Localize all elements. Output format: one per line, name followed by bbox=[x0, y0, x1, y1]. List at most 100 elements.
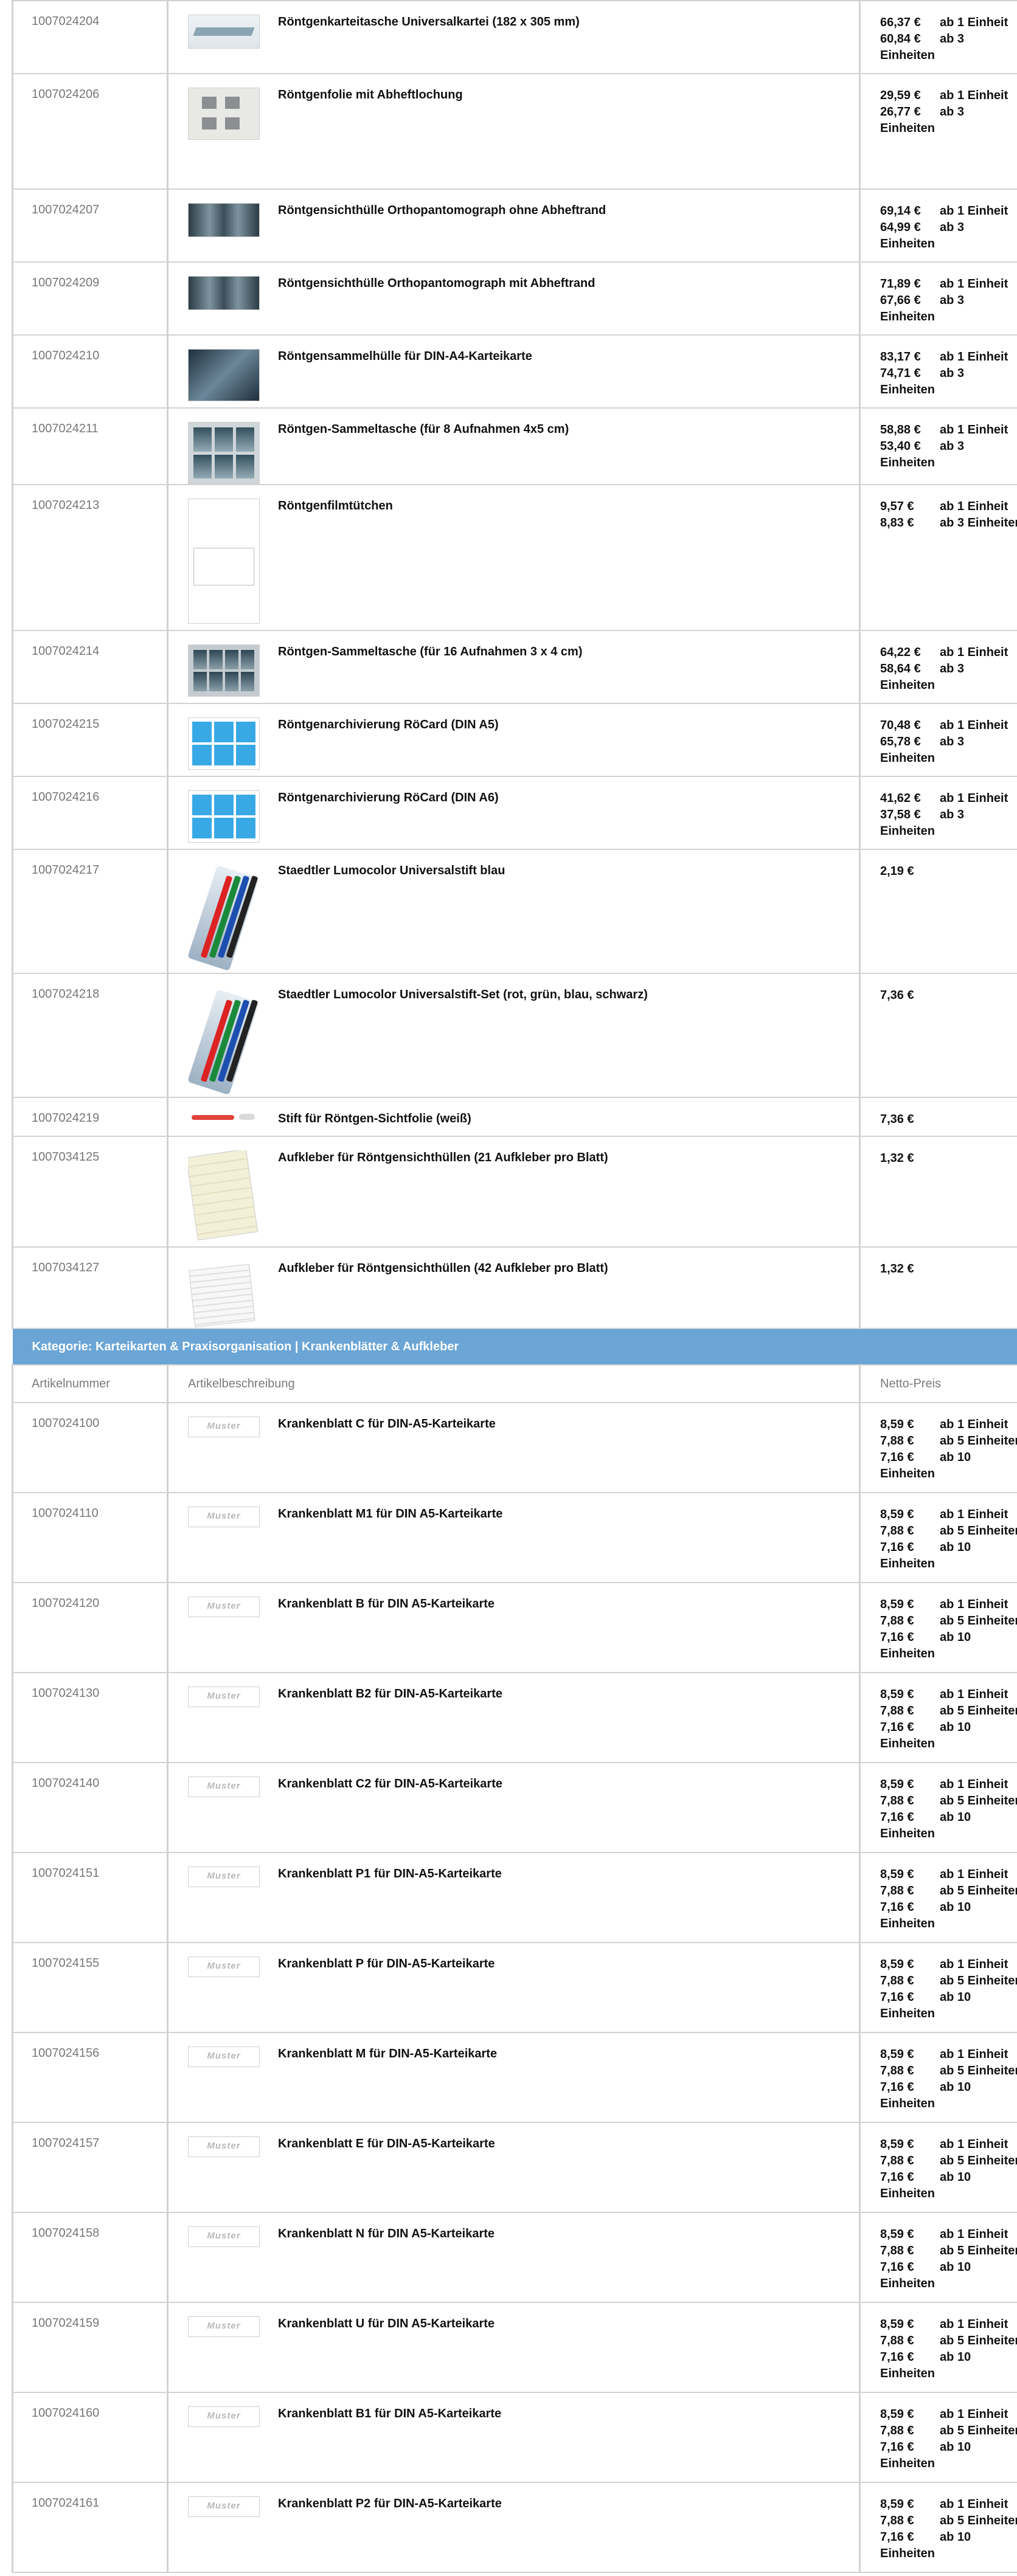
product-image[interactable]: Muster bbox=[188, 2226, 260, 2247]
product-name-link[interactable]: Stift für Röntgen-Sichtfolie (weiß) bbox=[278, 1111, 471, 1126]
price-value: 7,16 € bbox=[880, 1451, 914, 1464]
price-quantity-label: ab 1 Einheit bbox=[940, 204, 1008, 218]
product-name-link[interactable]: Röntgensichthülle Orthopantomograph mit … bbox=[278, 276, 595, 291]
product-image[interactable]: Muster bbox=[188, 2136, 260, 2157]
product-row: 1007024213 Röntgenfilmtütchen 9,57 € ab 1 E… bbox=[12, 484, 1017, 631]
product-image[interactable]: Muster bbox=[188, 2496, 260, 2517]
header-article-description: Artikelbeschreibung bbox=[167, 1364, 861, 1403]
product-image[interactable] bbox=[188, 88, 260, 140]
article-description: Staedtler Lumocolor Universalstift blau bbox=[188, 863, 859, 973]
product-name-link[interactable]: Krankenblatt P2 für DIN-A5-Karteikarte bbox=[278, 2496, 502, 2511]
price-value: 8,59 € bbox=[880, 2228, 914, 2241]
product-image[interactable] bbox=[188, 15, 260, 49]
price-quantity-label: ab 3 bbox=[940, 440, 965, 453]
product-image[interactable] bbox=[188, 1261, 260, 1328]
product-image[interactable] bbox=[188, 644, 260, 697]
product-name-link[interactable]: Röntgensichthülle Orthopantomograph ohne… bbox=[278, 203, 606, 218]
price-cell: 7,36 € bbox=[859, 1097, 1017, 1137]
price-quantity-label: ab 1 Einheit bbox=[940, 2318, 1008, 2331]
price-value: 65,78 € bbox=[880, 735, 921, 748]
product-image[interactable]: Muster bbox=[188, 2406, 260, 2427]
product-image[interactable] bbox=[188, 790, 260, 843]
product-name-link[interactable]: Krankenblatt C2 für DIN-A5-Karteikarte bbox=[278, 1777, 502, 1791]
product-image[interactable]: Muster bbox=[188, 2046, 260, 2067]
product-name-link[interactable]: Krankenblatt M für DIN-A5-Karteikarte bbox=[278, 2046, 497, 2061]
price-quantity-label: Einheiten bbox=[880, 2547, 935, 2560]
price-tier: 7,16 € ab 10 bbox=[880, 1809, 1017, 1826]
product-image[interactable]: Muster bbox=[188, 1417, 260, 1437]
product-image[interactable] bbox=[188, 349, 260, 401]
product-name-link[interactable]: Röntgen-Sammeltasche (für 8 Aufnahmen 4x… bbox=[278, 422, 569, 437]
product-row: 1007024217 Staedtler Lumocolor Universals… bbox=[12, 849, 1017, 974]
product-name-link[interactable]: Krankenblatt N für DIN A5-Karteikarte bbox=[278, 2226, 495, 2241]
product-image[interactable] bbox=[188, 1111, 260, 1124]
product-name-link[interactable]: Krankenblatt P für DIN-A5-Karteikarte bbox=[278, 1956, 495, 1971]
product-image[interactable] bbox=[188, 863, 260, 973]
price-tier: Einheiten bbox=[880, 1556, 1017, 1572]
product-name-link[interactable]: Krankenblatt B2 für DIN-A5-Karteikarte bbox=[278, 1687, 502, 1701]
price-tier: 2,19 € bbox=[880, 863, 1017, 880]
product-name-link[interactable]: Röntgenfilmtütchen bbox=[278, 499, 393, 513]
product-table: 1007024204 Röntgenkarteitasche Universalk… bbox=[12, 0, 1017, 2573]
product-image[interactable]: Muster bbox=[188, 1866, 260, 1887]
price-cell: 7,36 € bbox=[859, 973, 1017, 1098]
price-tier: 7,88 € ab 5 Einheiten bbox=[880, 1973, 1017, 1989]
product-image[interactable] bbox=[188, 987, 260, 1097]
product-name-link[interactable]: Krankenblatt M1 für DIN A5-Karteikarte bbox=[278, 1507, 502, 1521]
price-tier: 7,88 € ab 5 Einheiten bbox=[880, 2423, 1017, 2439]
price-quantity-label: ab 5 Einheiten bbox=[940, 2334, 1017, 2347]
product-name-link[interactable]: Krankenblatt U für DIN A5-Karteikarte bbox=[278, 2316, 495, 2331]
price-tier: 7,16 € ab 10 bbox=[880, 1899, 1017, 1916]
price-quantity-label: Einheiten bbox=[880, 1467, 935, 1480]
price-tier: 7,16 € ab 10 bbox=[880, 1539, 1017, 1556]
price-quantity-label: Einheiten bbox=[880, 1737, 935, 1750]
product-name-link[interactable]: Aufkleber für Röntgensichthüllen (21 Auf… bbox=[278, 1150, 608, 1165]
product-name-link[interactable]: Staedtler Lumocolor Universalstift blau bbox=[278, 863, 505, 878]
product-image[interactable]: Muster bbox=[188, 1956, 260, 1977]
product-name-link[interactable]: Röntgenfolie mit Abheftlochung bbox=[278, 88, 463, 102]
price-tier: Einheiten bbox=[880, 2006, 1017, 2022]
product-name-link[interactable]: Röntgenarchivierung RöCard (DIN A6) bbox=[278, 790, 499, 805]
price-quantity-label: ab 5 Einheiten bbox=[940, 1884, 1017, 1897]
product-row: 1007024211 Röntgen-Sammeltasche (für 8 Au… bbox=[12, 407, 1017, 485]
product-image[interactable]: Muster bbox=[188, 1507, 260, 1527]
price-tier: 7,16 € ab 10 bbox=[880, 2079, 1017, 2096]
price-value: 7,16 € bbox=[880, 1541, 914, 1554]
product-image[interactable] bbox=[188, 1150, 260, 1240]
product-name-link[interactable]: Röntgenkarteitasche Universalkartei (182… bbox=[278, 15, 580, 29]
product-name-link[interactable]: Krankenblatt C für DIN-A5-Karteikarte bbox=[278, 1417, 496, 1431]
article-number: 1007024206 bbox=[12, 73, 168, 190]
product-image[interactable]: Muster bbox=[188, 1597, 260, 1617]
product-name-link[interactable]: Krankenblatt E für DIN-A5-Karteikarte bbox=[278, 2136, 495, 2151]
price-tier: 8,59 € ab 1 Einheit bbox=[880, 2496, 1017, 2513]
product-image[interactable] bbox=[188, 203, 260, 237]
price-tier: 7,16 € ab 10 bbox=[880, 2259, 1017, 2276]
product-name-link[interactable]: Krankenblatt B1 für DIN A5-Karteikarte bbox=[278, 2406, 501, 2421]
price-tier: 8,59 € ab 1 Einheit bbox=[880, 1777, 1017, 1793]
product-image[interactable] bbox=[188, 499, 260, 624]
product-name-link[interactable]: Krankenblatt P1 für DIN-A5-Karteikarte bbox=[278, 1866, 502, 1881]
product-image[interactable]: Muster bbox=[188, 2316, 260, 2337]
product-row: 1007024206 Röntgenfolie mit Abheftlochung… bbox=[12, 73, 1017, 190]
product-name-link[interactable]: Röntgen-Sammeltasche (für 16 Aufnahmen 3… bbox=[278, 644, 583, 659]
product-image[interactable] bbox=[188, 717, 260, 770]
price-value: 7,16 € bbox=[880, 2170, 914, 2184]
price-quantity-label: ab 1 Einheit bbox=[940, 646, 1008, 659]
product-name-link[interactable]: Staedtler Lumocolor Universalstift-Set (… bbox=[278, 987, 648, 1002]
article-description: Muster Krankenblatt B1 für DIN A5-Karteik… bbox=[188, 2406, 859, 2427]
product-image[interactable]: Muster bbox=[188, 1687, 260, 1707]
product-name-link[interactable]: Röntgenarchivierung RöCard (DIN A5) bbox=[278, 717, 499, 732]
product-image[interactable] bbox=[188, 422, 260, 484]
product-name-link[interactable]: Röntgensammelhülle für DIN-A4-Karteikart… bbox=[278, 349, 532, 364]
product-image[interactable]: Muster bbox=[188, 1777, 260, 1797]
product-row: 1007024219 Stift für Röntgen-Sichtfolie (… bbox=[12, 1097, 1017, 1137]
price-cell: 8,59 € ab 1 Einheit 7,88 € ab 5 Einheiten 7,… bbox=[859, 2302, 1017, 2393]
article-description: Röntgen-Sammeltasche (für 16 Aufnahmen 3… bbox=[188, 644, 859, 697]
product-name-link[interactable]: Krankenblatt B für DIN A5-Karteikarte bbox=[278, 1597, 495, 1611]
price-value: 8,59 € bbox=[880, 1868, 914, 1881]
price-value: 37,58 € bbox=[880, 808, 921, 821]
product-image[interactable] bbox=[188, 276, 260, 310]
price-value: 7,36 € bbox=[880, 1113, 914, 1126]
product-name-link[interactable]: Aufkleber für Röntgensichthüllen (42 Auf… bbox=[278, 1261, 608, 1276]
price-value: 67,66 € bbox=[880, 294, 921, 307]
